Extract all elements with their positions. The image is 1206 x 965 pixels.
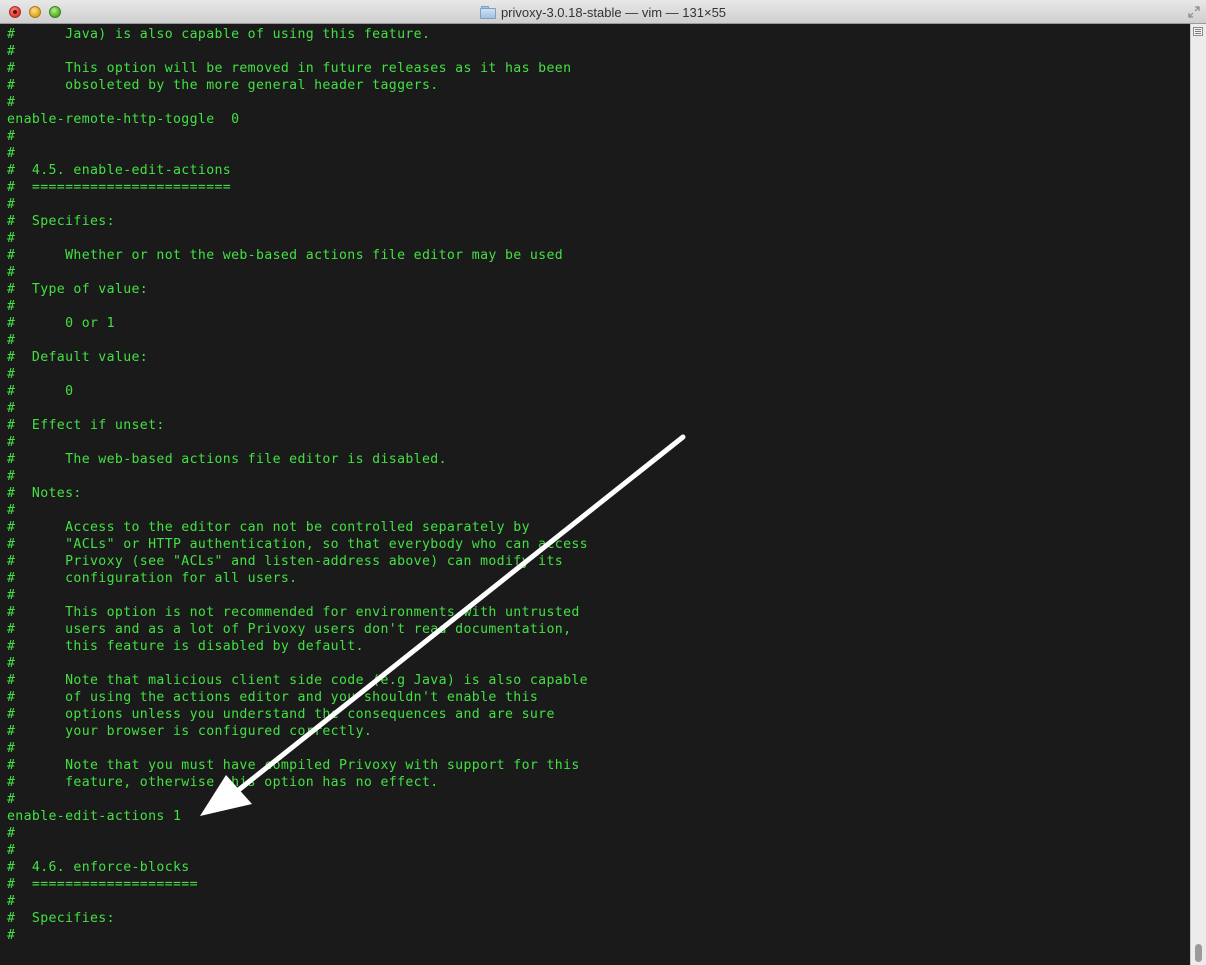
editor-line: # Specifies: bbox=[7, 911, 115, 926]
editor-line: # bbox=[7, 95, 16, 110]
editor-line: # bbox=[7, 741, 16, 756]
editor-line: # bbox=[7, 656, 16, 671]
editor-line: # bbox=[7, 469, 16, 484]
editor-line: # ======================== bbox=[7, 180, 232, 195]
editor-line: # bbox=[7, 197, 16, 212]
editor-line: # bbox=[7, 146, 16, 161]
editor-line: # bbox=[7, 129, 16, 144]
editor-line: # 4.5. enable-edit-actions bbox=[7, 163, 232, 178]
editor-line: # bbox=[7, 333, 16, 348]
editor-line: # This option will be removed in future … bbox=[7, 61, 572, 76]
editor-line: # Privoxy (see "ACLs" and listen-address… bbox=[7, 554, 564, 569]
editor-line: # feature, otherwise this option has no … bbox=[7, 775, 439, 790]
scroll-menu-icon[interactable] bbox=[1193, 27, 1203, 36]
terminal-window: privoxy-3.0.18-stable — vim — 131×55 # J… bbox=[0, 0, 1206, 965]
editor-line: # Access to the editor can not be contro… bbox=[7, 520, 530, 535]
editor-line: # bbox=[7, 894, 16, 909]
editor-line: # Java) is also capable of using this fe… bbox=[7, 27, 431, 42]
editor-line: enable-remote-http-toggle 0 bbox=[7, 112, 240, 127]
editor-line: # bbox=[7, 299, 16, 314]
editor-line: # ==================== bbox=[7, 877, 198, 892]
editor-line: # This option is not recommended for env… bbox=[7, 605, 580, 620]
editor-line: # your browser is configured correctly. bbox=[7, 724, 373, 739]
editor-line: # bbox=[7, 503, 16, 518]
editor-line: # bbox=[7, 435, 16, 450]
editor-line: # bbox=[7, 367, 16, 382]
fullscreen-icon[interactable] bbox=[1188, 6, 1200, 18]
editor-line: # Effect if unset: bbox=[7, 418, 165, 433]
editor-line: # Notes: bbox=[7, 486, 82, 501]
vim-editor[interactable]: # Java) is also capable of using this fe… bbox=[0, 24, 1190, 965]
editor-line: # of using the actions editor and you sh… bbox=[7, 690, 539, 705]
editor-line: # bbox=[7, 231, 16, 246]
editor-line: # bbox=[7, 843, 16, 858]
editor-line: # Specifies: bbox=[7, 214, 115, 229]
editor-line: # Note that malicious client side code (… bbox=[7, 673, 588, 688]
editor-line: # bbox=[7, 401, 16, 416]
editor-line: # bbox=[7, 44, 16, 59]
editor-line: # bbox=[7, 265, 16, 280]
editor-line: # bbox=[7, 928, 16, 943]
editor-line: # this feature is disabled by default. bbox=[7, 639, 364, 654]
editor-line: # Note that you must have compiled Privo… bbox=[7, 758, 580, 773]
editor-line: # 4.6. enforce-blocks bbox=[7, 860, 190, 875]
scroll-thumb[interactable] bbox=[1195, 944, 1202, 962]
editor-line: # 0 bbox=[7, 384, 74, 399]
editor-line: # bbox=[7, 792, 16, 807]
window-title-group: privoxy-3.0.18-stable — vim — 131×55 bbox=[0, 0, 1206, 24]
editor-line: # configuration for all users. bbox=[7, 571, 298, 586]
editor-lines: # Java) is also capable of using this fe… bbox=[7, 26, 588, 944]
editor-line: # 0 or 1 bbox=[7, 316, 115, 331]
editor-line: # "ACLs" or HTTP authentication, so that… bbox=[7, 537, 588, 552]
editor-line: # Whether or not the web-based actions f… bbox=[7, 248, 564, 263]
title-bar[interactable]: privoxy-3.0.18-stable — vim — 131×55 bbox=[0, 0, 1206, 24]
editor-line: # obsoleted by the more general header t… bbox=[7, 78, 439, 93]
editor-line: # Type of value: bbox=[7, 282, 149, 297]
folder-icon bbox=[479, 6, 496, 19]
highlighted-config-line: enable-edit-actions 1 bbox=[7, 809, 182, 824]
vertical-scrollbar[interactable] bbox=[1190, 24, 1206, 965]
editor-line: # options unless you understand the cons… bbox=[7, 707, 555, 722]
editor-line: # users and as a lot of Privoxy users do… bbox=[7, 622, 572, 637]
editor-line: # The web-based actions file editor is d… bbox=[7, 452, 447, 467]
editor-line: # bbox=[7, 588, 16, 603]
window-title: privoxy-3.0.18-stable — vim — 131×55 bbox=[500, 4, 727, 20]
editor-line: # Default value: bbox=[7, 350, 149, 365]
editor-line: # bbox=[7, 826, 16, 841]
